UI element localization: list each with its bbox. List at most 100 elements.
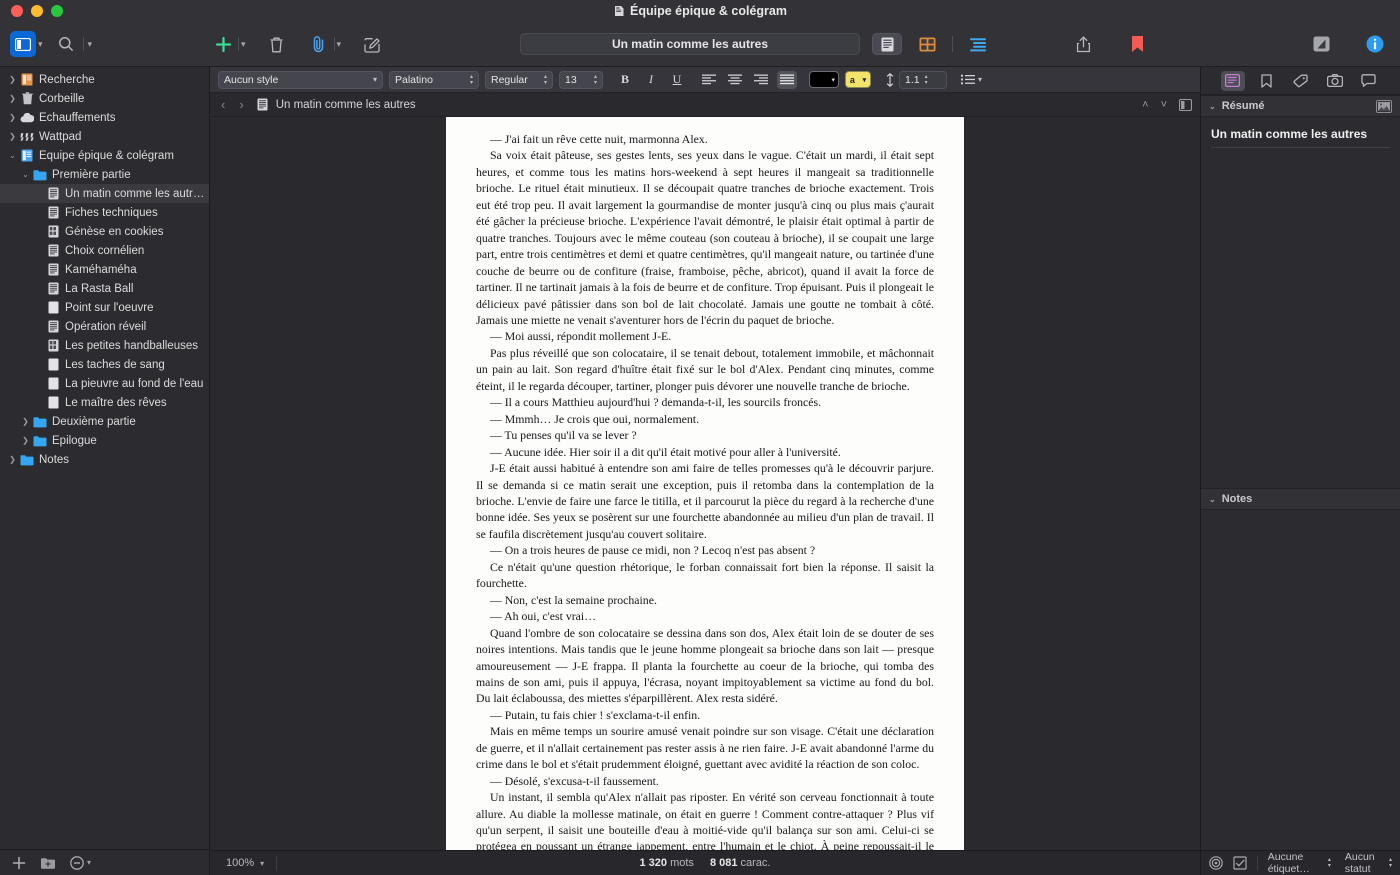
search-button[interactable] (53, 31, 79, 57)
split-editor-button[interactable] (1179, 98, 1192, 111)
align-justify-button[interactable] (777, 70, 797, 89)
add-item-button[interactable] (12, 856, 26, 870)
view-single-document-button[interactable] (872, 33, 902, 55)
tab-comments[interactable] (1357, 71, 1381, 91)
add-button[interactable] (210, 31, 236, 57)
folder-icon (32, 169, 48, 181)
binder-row[interactable]: Un matin comme les autr… (0, 184, 209, 203)
binder-row[interactable]: Le maître des rêves (0, 393, 209, 412)
document-page[interactable]: — J'ai fait un rêve cette nuit, marmonna… (446, 117, 964, 850)
tab-snapshots[interactable] (1323, 71, 1347, 91)
binder-list[interactable]: ❯ Recherche ❯ Corbeille ❯ Échauffements ❯ Wattp… (0, 67, 209, 849)
tab-bookmarks[interactable] (1255, 71, 1279, 91)
binder-row[interactable]: La pieuvre au fond de l'eau (0, 374, 209, 393)
disclosure-collapsed-icon[interactable]: ❯ (6, 132, 19, 141)
document-paragraph: Ce n'était qu'une question rhétorique, l… (476, 559, 934, 591)
italic-button[interactable]: I (641, 71, 661, 89)
font-family-value: Palatino (395, 73, 433, 86)
share-button[interactable] (1070, 31, 1096, 57)
list-style-button[interactable]: ▾ (961, 74, 982, 85)
underline-button[interactable]: U (667, 71, 687, 89)
disclosure-expanded-icon[interactable]: ⌄ (6, 151, 19, 160)
binder-row[interactable]: Opération réveil (0, 317, 209, 336)
close-window-button[interactable] (11, 5, 23, 17)
align-right-button[interactable] (751, 71, 771, 89)
zoom-control[interactable]: 100% ▾ (210, 857, 264, 869)
search-options-chevron[interactable]: ▾ (88, 31, 95, 57)
editor-forward-button[interactable]: › (236, 97, 246, 112)
inspector-button[interactable] (1362, 31, 1388, 57)
editor-scroll-area[interactable]: — J'ai fait un rêve cette nuit, marmonna… (210, 117, 1200, 850)
synopsis-empty-area[interactable] (1201, 148, 1400, 488)
disclosure-collapsed-icon[interactable]: ❯ (6, 455, 19, 464)
binder-row[interactable]: ❯ Échauffements (0, 108, 209, 127)
tab-synopsis[interactable] (1220, 70, 1245, 91)
view-corkboard-button[interactable] (912, 33, 942, 55)
window-controls[interactable] (0, 5, 63, 17)
binder-row[interactable]: ⌄ Équipe épique & colégram (0, 146, 209, 165)
blank-doc-icon (45, 396, 61, 409)
compose-button[interactable] (359, 31, 385, 57)
disclosure-collapsed-icon[interactable]: ❯ (19, 417, 32, 426)
binder-row-label: Deuxième partie (52, 415, 136, 428)
zoom-window-button[interactable] (51, 5, 63, 17)
previous-document-button[interactable]: ˄ (1142, 99, 1148, 111)
image-icon[interactable] (1376, 99, 1392, 113)
binder-row[interactable]: Fiches techniques (0, 203, 209, 222)
binder-row[interactable]: Les taches de sang (0, 355, 209, 374)
align-center-button[interactable] (725, 71, 745, 89)
trash-button[interactable] (264, 31, 290, 57)
binder-row[interactable]: Génèse en cookies (0, 222, 209, 241)
label-popup[interactable]: Aucune étiquet… ▴ ▾ (1268, 851, 1331, 875)
paragraph-style-select[interactable]: Aucun style ▾ (218, 70, 383, 89)
toggle-sidebar-button[interactable] (10, 31, 36, 57)
page-check-icon[interactable] (1233, 856, 1247, 870)
synopsis-body[interactable]: Un matin comme les autres (1201, 117, 1400, 148)
binder-row[interactable]: La Rasta Ball (0, 279, 209, 298)
minimize-window-button[interactable] (31, 5, 43, 17)
line-spacing-stepper[interactable]: 1.1 ▴ ▾ (899, 70, 947, 89)
binder-row[interactable]: ❯ Recherche (0, 70, 209, 89)
binder-row[interactable]: Les petites handballeuses (0, 336, 209, 355)
attach-button[interactable] (306, 31, 332, 57)
notes-body[interactable] (1201, 510, 1400, 850)
disclosure-expanded-icon[interactable]: ⌄ (19, 170, 32, 179)
binder-row[interactable]: ❯ Épilogue (0, 431, 209, 450)
align-left-button[interactable] (699, 71, 719, 89)
binder-row[interactable]: ❯ Corbeille (0, 89, 209, 108)
binder-row[interactable]: ❯ Notes (0, 450, 209, 469)
window-title-text: Équipe épique & colégram (630, 4, 787, 18)
binder-row[interactable]: ❯ Deuxième partie (0, 412, 209, 431)
next-document-button[interactable]: ˅ (1161, 99, 1167, 111)
status-popup[interactable]: Aucun statut ▴ ▾ (1345, 851, 1392, 875)
font-weight-select[interactable]: Regular ▴ ▾ (485, 70, 553, 89)
binder-row[interactable]: ❯ Wattpad (0, 127, 209, 146)
disclosure-collapsed-icon[interactable]: ❯ (6, 113, 19, 122)
font-family-select[interactable]: Palatino ▴ ▾ (389, 70, 479, 89)
editor-back-button[interactable]: ‹ (218, 97, 228, 112)
view-options-button[interactable]: ▾ (70, 855, 91, 870)
add-folder-button[interactable] (40, 856, 56, 870)
disclosure-collapsed-icon[interactable]: ❯ (6, 94, 19, 103)
view-outliner-button[interactable] (963, 33, 993, 55)
highlight-color-swatch[interactable]: a ▾ (845, 71, 871, 88)
sidebar-options-chevron[interactable]: ▾ (38, 31, 45, 57)
disclosure-collapsed-icon[interactable]: ❯ (6, 75, 19, 84)
font-size-select[interactable]: 13 ▴ ▾ (559, 70, 603, 89)
disclosure-collapsed-icon[interactable]: ❯ (19, 436, 32, 445)
tab-metadata[interactable] (1289, 71, 1313, 91)
composition-mode-button[interactable] (1308, 31, 1334, 57)
text-color-swatch[interactable]: ▾ (809, 71, 839, 88)
notes-section-header[interactable]: ⌄ Notes (1201, 488, 1400, 510)
bookmark-button[interactable] (1124, 31, 1150, 57)
add-options-chevron[interactable]: ▾ (241, 31, 248, 57)
attach-options-chevron[interactable]: ▾ (337, 31, 344, 57)
binder-row[interactable]: ⌄ Première partie (0, 165, 209, 184)
target-icon[interactable] (1209, 856, 1223, 870)
document-search-field[interactable]: Un matin comme les autres (520, 33, 860, 55)
binder-row[interactable]: Choix cornélien (0, 241, 209, 260)
synopsis-section-header[interactable]: ⌄ Résumé (1201, 95, 1400, 117)
binder-row[interactable]: Kaméhaméha (0, 260, 209, 279)
binder-row[interactable]: Point sur l'oeuvre (0, 298, 209, 317)
bold-button[interactable]: B (615, 71, 635, 89)
